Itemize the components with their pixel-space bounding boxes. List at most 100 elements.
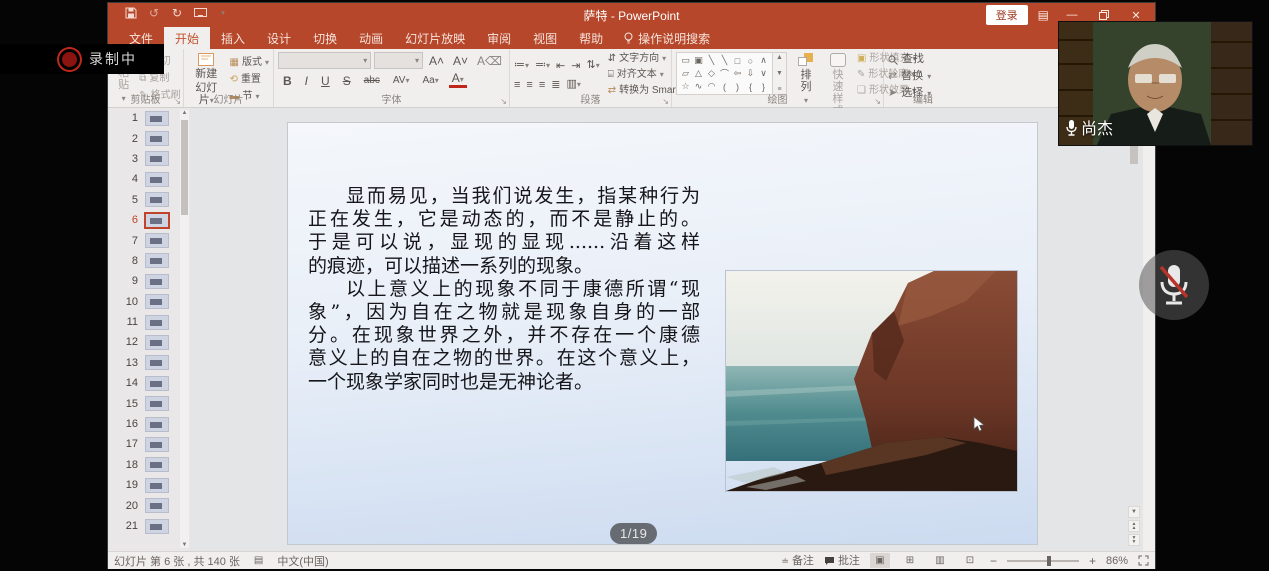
columns-button[interactable]: ▥▾ bbox=[566, 77, 580, 92]
thumbnail-preview[interactable] bbox=[146, 479, 168, 492]
slide-thumbnail-20[interactable]: 20 bbox=[108, 495, 190, 515]
align-right-button[interactable]: ≡ bbox=[539, 78, 545, 92]
slide-thumbnail-17[interactable]: 17 bbox=[108, 434, 190, 454]
scroll-up-icon[interactable]: ▲ bbox=[180, 110, 189, 116]
thumbnail-preview[interactable] bbox=[146, 520, 168, 533]
scroll-down-icon[interactable]: ▼ bbox=[1128, 506, 1140, 518]
shape-glyph[interactable]: ▣ bbox=[692, 54, 705, 67]
shape-glyph[interactable]: ▭ bbox=[679, 54, 692, 67]
accessibility-icon[interactable]: ▤ bbox=[254, 555, 263, 566]
shape-glyph[interactable]: ⌒ bbox=[718, 67, 731, 80]
slide-thumbnail-21[interactable]: 21 bbox=[108, 516, 190, 536]
thumbnail-preview[interactable] bbox=[146, 458, 168, 471]
align-center-button[interactable]: ≡ bbox=[526, 78, 532, 92]
shape-glyph[interactable]: ⇦ bbox=[731, 67, 744, 80]
thumbnail-preview[interactable] bbox=[146, 275, 168, 288]
fit-to-window-icon[interactable] bbox=[1138, 555, 1149, 566]
slide-photo[interactable] bbox=[726, 271, 1017, 491]
shape-glyph[interactable]: ∧ bbox=[757, 54, 770, 67]
thumbnail-preview[interactable] bbox=[146, 193, 168, 206]
shape-glyph[interactable]: ▱ bbox=[679, 67, 692, 80]
shape-glyph[interactable]: □ bbox=[731, 54, 744, 67]
scrollbar-thumb[interactable] bbox=[181, 120, 188, 215]
thumbnail-preview[interactable] bbox=[146, 418, 168, 431]
slide-thumbnail-6[interactable]: 6 bbox=[108, 210, 190, 230]
align-left-button[interactable]: ≡ bbox=[514, 78, 520, 92]
slide-thumbnail-3[interactable]: 3 bbox=[108, 149, 190, 169]
slide-thumbnail-15[interactable]: 15 bbox=[108, 393, 190, 413]
thumbnail-preview[interactable] bbox=[146, 377, 168, 390]
thumbnail-preview[interactable] bbox=[146, 234, 168, 247]
shape-glyph[interactable]: △ bbox=[692, 67, 705, 80]
zoom-slider-thumb[interactable] bbox=[1047, 556, 1051, 566]
thumbnail-preview[interactable] bbox=[146, 295, 168, 308]
tab-help[interactable]: 帮助 bbox=[568, 27, 614, 49]
scroll-down-icon[interactable]: ▼ bbox=[180, 542, 189, 548]
tab-transitions[interactable]: 切换 bbox=[302, 27, 348, 49]
slideshow-view-button[interactable]: ⊡ bbox=[960, 553, 980, 568]
italic-button[interactable]: I bbox=[302, 74, 311, 88]
comments-button[interactable]: 批注 bbox=[824, 554, 860, 568]
notes-button[interactable]: ≐备注 bbox=[781, 554, 814, 568]
shape-glyph[interactable]: ∨ bbox=[757, 67, 770, 80]
font-size-combobox[interactable]: ▾ bbox=[374, 52, 423, 69]
thumbnail-panel-scrollbar[interactable]: ▲ ▼ bbox=[180, 110, 189, 548]
clipboard-dialog-launcher[interactable]: ↘ bbox=[174, 97, 181, 106]
tab-review[interactable]: 审阅 bbox=[476, 27, 522, 49]
slide-thumbnail-7[interactable]: 7 bbox=[108, 230, 190, 250]
underline-button[interactable]: U bbox=[318, 74, 333, 88]
slide-text-block[interactable]: 显而易见，当我们说发生，指某种行为正在发生，它是动态的，而不是静止的。于是可以说… bbox=[308, 185, 708, 394]
tab-view[interactable]: 视图 bbox=[522, 27, 568, 49]
zoom-slider[interactable] bbox=[1007, 560, 1079, 562]
zoom-in-button[interactable]: + bbox=[1089, 554, 1096, 568]
slide-thumbnail-2[interactable]: 2 bbox=[108, 128, 190, 148]
shadow-button[interactable]: S bbox=[340, 74, 354, 88]
slide-thumbnail-19[interactable]: 19 bbox=[108, 475, 190, 495]
font-family-combobox[interactable]: ▾ bbox=[278, 52, 371, 69]
decrease-indent-button[interactable]: ⇤ bbox=[556, 59, 565, 73]
tab-design[interactable]: 设计 bbox=[256, 27, 302, 49]
slide-thumbnail-18[interactable]: 18 bbox=[108, 455, 190, 475]
shapes-gallery-scroll[interactable]: ▲▼≡ bbox=[773, 52, 787, 95]
thumbnail-preview[interactable] bbox=[146, 173, 168, 186]
slide-thumbnail-5[interactable]: 5 bbox=[108, 190, 190, 210]
slide-area-scrollbar[interactable]: ▲ ▼ ▲▲ ▼▼ bbox=[1128, 116, 1140, 548]
slide-thumbnail-4[interactable]: 4 bbox=[108, 169, 190, 189]
signin-button[interactable]: 登录 bbox=[986, 5, 1028, 25]
slide-thumbnail-9[interactable]: 9 bbox=[108, 271, 190, 291]
slide-canvas[interactable]: 显而易见，当我们说发生，指某种行为正在发生，它是动态的，而不是静止的。于是可以说… bbox=[288, 123, 1037, 544]
tell-me-search[interactable]: 操作说明搜索 bbox=[614, 27, 710, 49]
tab-insert[interactable]: 插入 bbox=[210, 27, 256, 49]
font-color-button[interactable]: A▾ bbox=[449, 73, 467, 88]
slide-number-status[interactable]: 幻灯片 第 6 张 , 共 140 张 bbox=[114, 553, 240, 569]
zoom-out-button[interactable]: − bbox=[990, 554, 997, 568]
shape-glyph[interactable]: ╲ bbox=[705, 54, 718, 67]
thumbnail-preview[interactable] bbox=[146, 356, 168, 369]
slide-thumbnail-1[interactable]: 1 bbox=[108, 108, 190, 128]
find-button[interactable]: 查找 bbox=[888, 52, 958, 67]
slide-sorter-view-button[interactable]: ⊞ bbox=[900, 553, 920, 568]
bullets-button[interactable]: ≔▾ bbox=[514, 58, 529, 73]
reset-button[interactable]: ⟲重置 bbox=[230, 73, 269, 87]
slide-thumbnail-16[interactable]: 16 bbox=[108, 414, 190, 434]
tab-animations[interactable]: 动画 bbox=[348, 27, 394, 49]
thumbnail-preview[interactable] bbox=[146, 397, 168, 410]
thumbnail-preview[interactable] bbox=[146, 316, 168, 329]
shape-glyph[interactable]: ╲ bbox=[718, 54, 731, 67]
thumbnail-preview[interactable] bbox=[146, 132, 168, 145]
language-status[interactable]: 中文(中国) bbox=[277, 553, 328, 569]
shape-glyph[interactable]: ◇ bbox=[705, 67, 718, 80]
microphone-muted-button[interactable] bbox=[1139, 250, 1209, 320]
character-spacing-button[interactable]: AV▾ bbox=[390, 74, 413, 88]
clear-formatting-button[interactable]: A⌫ bbox=[474, 54, 505, 68]
shrink-font-button[interactable]: A˅ bbox=[450, 54, 471, 68]
copy-button[interactable]: ⧉复制 bbox=[139, 72, 180, 86]
thumbnail-preview[interactable] bbox=[146, 152, 168, 165]
slide-thumbnail-12[interactable]: 12 bbox=[108, 332, 190, 352]
numbering-button[interactable]: ≕▾ bbox=[535, 58, 550, 73]
strikethrough-button[interactable]: abc bbox=[361, 74, 383, 88]
font-dialog-launcher[interactable]: ↘ bbox=[500, 97, 507, 106]
thumbnail-preview[interactable] bbox=[146, 499, 168, 512]
line-spacing-button[interactable]: ⇅▾ bbox=[586, 58, 599, 73]
drawing-dialog-launcher[interactable]: ↘ bbox=[874, 97, 881, 106]
